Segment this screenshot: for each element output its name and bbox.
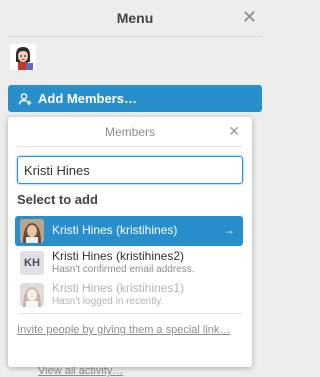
user-photo-avatar [20,219,44,243]
avatar[interactable] [10,44,36,70]
divider [18,146,242,147]
member-name: Kristi Hines (kristihines) [52,223,178,238]
member-result-selected[interactable]: Kristi Hines (kristihines) → [15,216,243,246]
member-name: Kristi Hines (kristihines1) [52,281,185,296]
user-photo-avatar [20,283,44,307]
invite-link[interactable]: Invite people by giving them a special l… [17,323,239,337]
members-popover: Members ✕ Select to add Kristi Hines (kr… [8,117,252,367]
add-members-label: Add Members… [38,91,137,106]
close-icon[interactable]: ✕ [242,8,257,26]
member-status: Hasn't logged in recently. [52,296,164,308]
member-name: Kristi Hines (kristihines2) [52,249,185,264]
arrow-right-icon: → [223,223,235,237]
divider [8,36,262,37]
initials-avatar: KH [20,251,44,275]
section-label: Select to add [17,192,98,207]
menu-title: Menu [116,10,154,26]
member-result[interactable]: Kristi Hines (kristihines1) Hasn't logge… [15,280,243,310]
divider [18,313,242,314]
member-result[interactable]: KH Kristi Hines (kristihines2) Hasn't co… [15,248,243,278]
popover-title: Members [104,125,155,139]
menu-header: Menu ✕ [0,0,270,36]
close-icon[interactable]: ✕ [228,123,240,140]
add-members-button[interactable]: Add Members… [8,85,262,112]
add-person-icon [18,92,32,106]
search-input[interactable] [17,156,243,184]
member-status: Hasn't confirmed email address. [52,264,195,276]
